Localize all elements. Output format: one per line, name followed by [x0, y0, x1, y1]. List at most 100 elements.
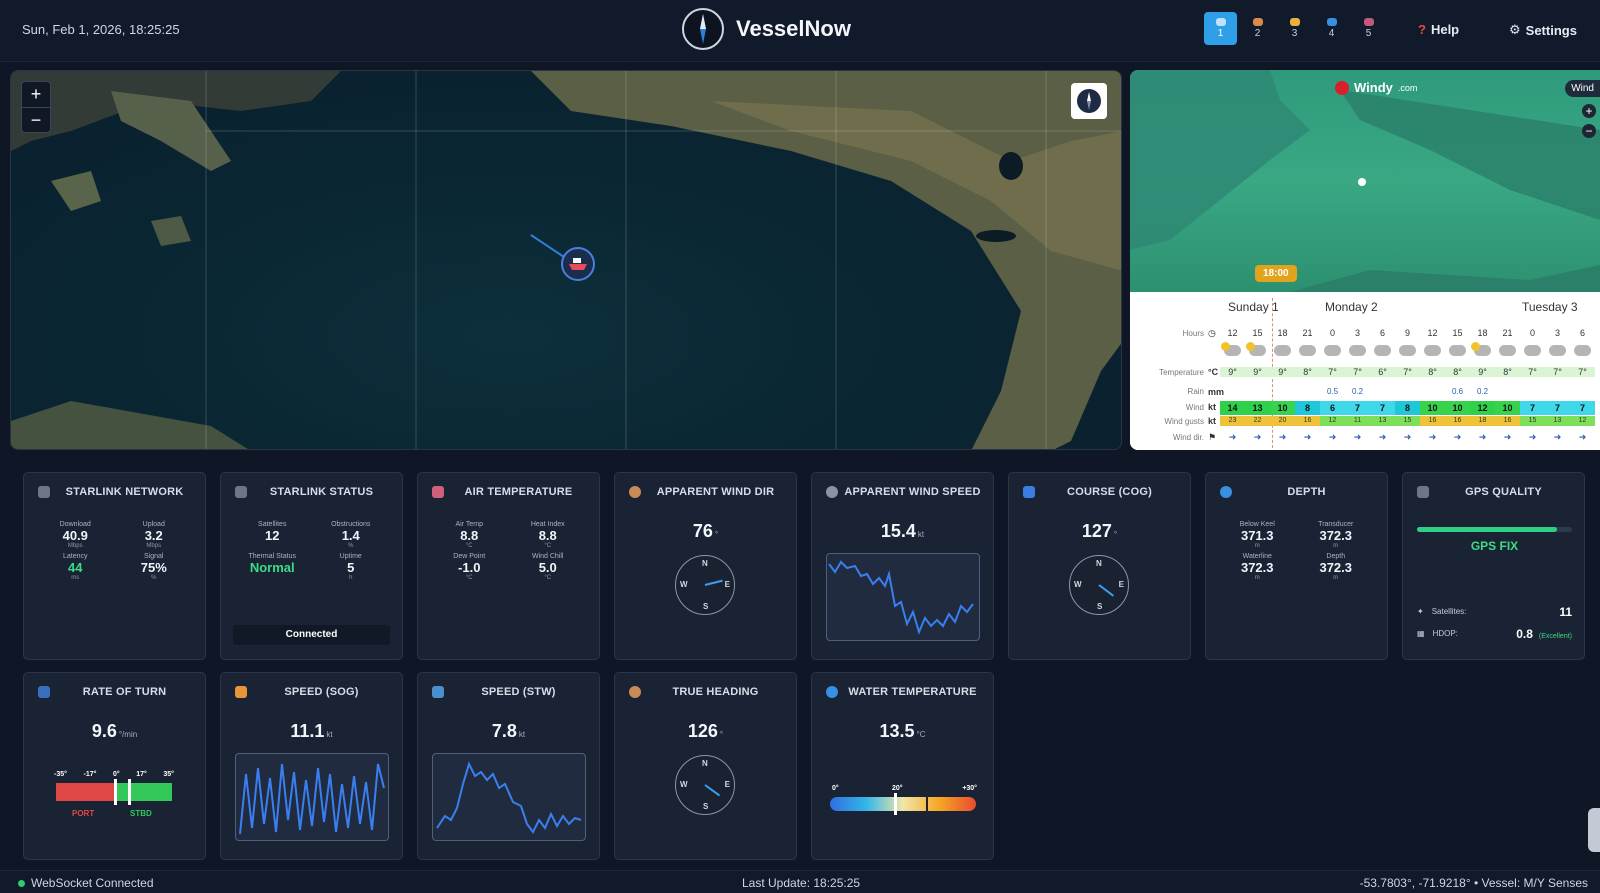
- page-1-icon: [1215, 18, 1226, 26]
- forecast-cell: 8°: [1428, 367, 1437, 377]
- forecast-cell: [1520, 387, 1545, 396]
- starlink-status-metrics: Satellites 12 Obstructions 1.4% Thermal St…: [233, 521, 390, 581]
- forecast-cell: [1295, 387, 1320, 396]
- brand: VesselNow: [682, 8, 851, 50]
- tile-header: AIR TEMPERATURE: [418, 483, 599, 503]
- weather-icon-cell: [1245, 342, 1270, 358]
- tile-header: SPEED (SOG): [221, 683, 402, 703]
- tile-header: GPS QUALITY: [1403, 483, 1584, 503]
- layer-selector[interactable]: Wind: [1565, 80, 1600, 97]
- page-button-2[interactable]: 2: [1241, 12, 1274, 45]
- upload-unit: Mbps: [146, 543, 162, 549]
- vessel-map[interactable]: + −: [10, 70, 1122, 450]
- stbd-label: STBD: [130, 809, 152, 818]
- tile-header: RATE OF TURN: [24, 683, 205, 703]
- download-unit: Mbps: [67, 543, 83, 549]
- gps-hdop-readout: 0.8 (Excellent): [1516, 627, 1572, 641]
- windy-zoom-out-button[interactable]: −: [1582, 124, 1596, 138]
- wind-compass: NESW: [675, 555, 735, 615]
- day-label: Monday 2: [1325, 300, 1378, 314]
- page-button-4[interactable]: 4: [1315, 12, 1348, 45]
- tile-speed-stw[interactable]: SPEED (STW) 7.8 kt: [417, 672, 600, 860]
- tile-speed-sog[interactable]: SPEED (SOG) 11.1 kt: [220, 672, 403, 860]
- forecast-cell: 9: [1404, 328, 1410, 338]
- windy-wind-map[interactable]: Windy .com Wind + − 18:00: [1130, 70, 1600, 292]
- tile-air-temperature[interactable]: AIR TEMPERATURE Air Temp 8.8 °C Heat Index…: [417, 472, 600, 660]
- wind-direction-arrow-icon: ➜: [1503, 432, 1512, 442]
- windy-forecast-widget[interactable]: Windy .com Wind + − 18:00 Sunday 1 Monday…: [1130, 70, 1600, 450]
- zoom-in-button[interactable]: +: [22, 82, 50, 107]
- tile-title: SPEED (STW): [481, 686, 556, 698]
- heat-index-label: Heat Index: [530, 521, 565, 528]
- wind-direction-arrow-icon: ➜: [1453, 432, 1462, 442]
- forecast-cell: [1545, 387, 1570, 396]
- wave-icon: [1220, 486, 1232, 498]
- forecast-time-marker[interactable]: 18:00: [1255, 265, 1297, 282]
- ship-icon: [569, 258, 587, 270]
- map-north-button[interactable]: [1071, 83, 1107, 119]
- tile-rate-of-turn[interactable]: RATE OF TURN 9.6 °/min -35° -17° 0° 17° 35° P…: [23, 672, 206, 860]
- tile-apparent-wind-speed[interactable]: APPARENT WIND SPEED 15.4 kt: [811, 472, 994, 660]
- forecast-cell: 18: [1470, 416, 1495, 426]
- tile-true-heading[interactable]: TRUE HEADING 126 ° NESW: [614, 672, 797, 860]
- water-temp-marker: [926, 793, 928, 815]
- top-bar: Sun, Feb 1, 2026, 18:25:25 VesselNow 1 2…: [0, 0, 1600, 62]
- windy-zoom-in-button[interactable]: +: [1582, 104, 1596, 118]
- wind-direction-arrow-icon: ➜: [1353, 432, 1362, 442]
- waterline-label: Waterline: [1242, 553, 1272, 560]
- page-button-5[interactable]: 5: [1352, 12, 1385, 45]
- uptime-unit: h: [349, 575, 353, 581]
- weather-icon-cell: [1445, 344, 1470, 358]
- help-button[interactable]: ? Help: [1418, 22, 1459, 37]
- forecast-cell: 7°: [1328, 367, 1337, 377]
- page-button-3[interactable]: 3: [1278, 12, 1311, 45]
- wind-direction-arrow-icon: ➜: [1303, 432, 1312, 442]
- forecast-cell: 12: [1227, 328, 1238, 338]
- tile-starlink-network[interactable]: STARLINK NETWORK Download 40.9 Mbps Upload…: [23, 472, 206, 660]
- below-keel-unit: m: [1254, 543, 1260, 549]
- forecast-cell: 8°: [1503, 367, 1512, 377]
- forecast-cell: [1245, 387, 1270, 396]
- rot-value: 9.6 °/min: [24, 721, 205, 742]
- forecast-cell: 15: [1520, 416, 1545, 426]
- unit: °: [1113, 530, 1118, 539]
- wind-dir-row: ➜ ➜ ➜ ➜ ➜ ➜ ➜ ➜ ➜ ➜ ➜ ➜ ➜ ➜ ➜: [1220, 432, 1595, 443]
- obstructions-unit: %: [348, 543, 354, 549]
- forecast-cell: 12: [1570, 416, 1595, 426]
- satellite-small-icon: ✦: [1417, 607, 1424, 616]
- forecast-cell: [1220, 387, 1245, 396]
- weather-icons-row: [1220, 342, 1595, 358]
- side-drawer-handle[interactable]: [1588, 808, 1600, 852]
- tile-water-temperature[interactable]: WATER TEMPERATURE 13.5 °C 0° 20° +30°: [811, 672, 994, 860]
- wind-speed-sparkline: [826, 553, 980, 641]
- tile-starlink-status[interactable]: STARLINK STATUS Satellites 12 Obstruction…: [220, 472, 403, 660]
- weather-icon-cell: [1545, 344, 1570, 358]
- vessel-marker[interactable]: [561, 247, 595, 281]
- zoom-out-button[interactable]: −: [22, 107, 50, 132]
- gusts-unit: kt: [1208, 416, 1217, 426]
- rate-of-turn-icon: [38, 686, 50, 698]
- forecast-cell: 8°: [1303, 367, 1312, 377]
- forecast-cell: 16: [1445, 416, 1470, 426]
- tile-course-cog[interactable]: COURSE (COG) 127 ° NESW: [1008, 472, 1191, 660]
- wind-direction-arrow-icon: ➜: [1328, 432, 1337, 442]
- settings-button[interactable]: ⚙ Settings: [1509, 22, 1577, 38]
- uptime-value: 5: [347, 560, 355, 575]
- heat-index-unit: °C: [544, 543, 552, 549]
- forecast-cell: 18: [1277, 328, 1288, 338]
- rot-scale-ticks: -35° -17° 0° 17° 35°: [54, 771, 174, 778]
- day-label: Tuesday 3: [1522, 300, 1578, 314]
- page-button-1[interactable]: 1: [1204, 12, 1237, 45]
- tile-depth[interactable]: DEPTH Below Keel 371.3 m Transducer 372.3 m …: [1205, 472, 1388, 660]
- transducer-value: 372.3: [1319, 528, 1353, 543]
- tile-apparent-wind-dir[interactable]: APPARENT WIND DIR 76 ° NESW: [614, 472, 797, 660]
- gps-sats-label: Satellites:: [1431, 607, 1467, 616]
- tile-gps-quality[interactable]: GPS QUALITY GPS FIX ✦ Satellites: 11 ▦ HDO…: [1402, 472, 1585, 660]
- weather-icon-cell: [1495, 344, 1520, 358]
- satellites-label: Satellites: [258, 521, 287, 528]
- wind-dir-label: Wind dir.: [1172, 433, 1204, 442]
- tile-title: TRUE HEADING: [672, 686, 759, 698]
- wind-direction-arrow-icon: ➜: [1553, 432, 1562, 442]
- value: 15.4: [880, 521, 916, 541]
- cog-compass: NESW: [1069, 555, 1129, 615]
